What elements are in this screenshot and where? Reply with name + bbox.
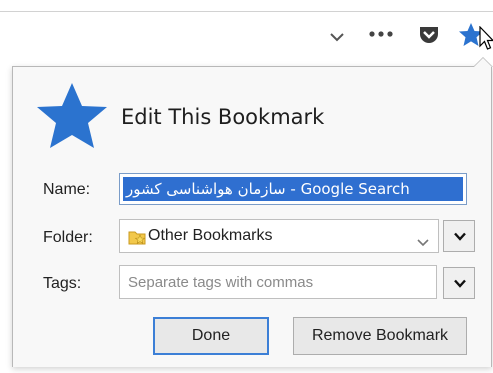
name-label: Name: — [43, 181, 91, 198]
browser-toolbar — [0, 0, 493, 66]
bookmark-star-icon — [35, 81, 109, 155]
tags-expand-button[interactable] — [443, 267, 475, 299]
name-value: سازمان هواشناسی کشور - Google Search — [123, 177, 463, 201]
tags-label: Tags: — [43, 275, 82, 292]
folder-label: Folder: — [43, 229, 93, 246]
dialog-title: Edit This Bookmark — [121, 105, 325, 129]
done-button[interactable]: Done — [153, 317, 269, 355]
more-icon[interactable] — [368, 26, 394, 45]
folder-value: Other Bookmarks — [148, 227, 273, 244]
cursor-icon — [478, 25, 493, 56]
address-bar-border — [0, 11, 493, 12]
edit-bookmark-panel: Edit This Bookmark Name: سازمان هواشناسی… — [12, 57, 493, 367]
folder-icon — [128, 229, 146, 249]
chevron-down-icon[interactable] — [328, 28, 346, 47]
remove-bookmark-button[interactable]: Remove Bookmark — [293, 317, 467, 355]
folder-expand-button[interactable] — [443, 220, 475, 252]
tags-input[interactable]: Separate tags with commas — [119, 265, 437, 299]
chevron-down-icon — [416, 232, 430, 251]
panel-arrow-fill — [474, 58, 492, 67]
name-input[interactable]: سازمان هواشناسی کشور - Google Search — [119, 173, 467, 205]
folder-select[interactable]: Other Bookmarks — [119, 219, 439, 253]
pocket-icon[interactable] — [418, 25, 440, 49]
tags-placeholder: Separate tags with commas — [128, 274, 314, 291]
